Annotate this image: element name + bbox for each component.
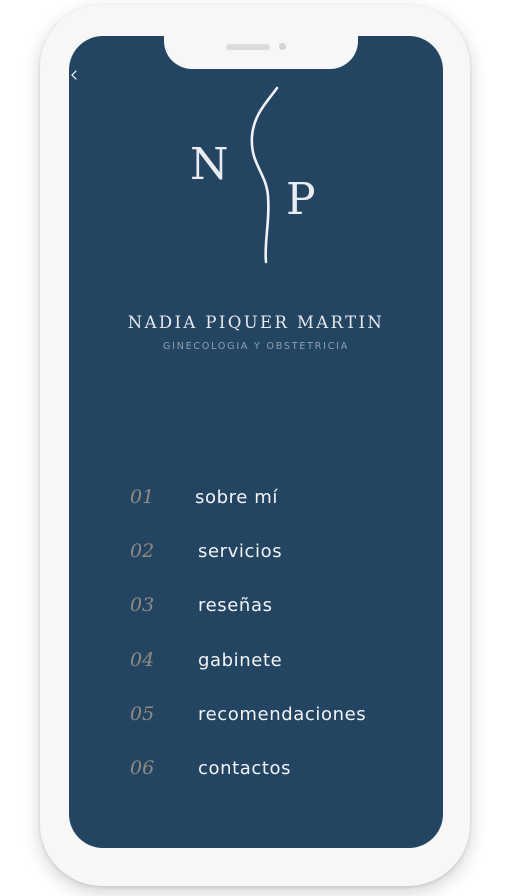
- menu-item-contactos[interactable]: 06 contactos: [130, 757, 330, 787]
- phone-speaker: [226, 44, 270, 50]
- menu-item-label: reseñas: [198, 595, 273, 616]
- phone-camera: [279, 43, 286, 50]
- brand-subtitle: GINECOLOGIA Y OBSTETRICIA: [162, 341, 350, 352]
- menu-item-number: 03: [130, 594, 155, 616]
- menu-item-label: gabinete: [198, 650, 283, 671]
- menu-item-number: 01: [130, 486, 155, 508]
- monogram-logo-icon: N P: [190, 86, 316, 264]
- menu-item-number: 05: [130, 703, 155, 725]
- mockup-stage: N P NADIA PIQUER MARTIN GINECOLOGIA Y OB…: [0, 0, 511, 896]
- menu-item-recomendaciones[interactable]: 05 recomendaciones: [130, 703, 400, 733]
- monogram-letter-p: P: [286, 174, 316, 225]
- menu-item-gabinete[interactable]: 04 gabinete: [130, 649, 330, 679]
- menu-item-resenas[interactable]: 03 reseñas: [130, 594, 330, 624]
- chevron-left-icon[interactable]: [70, 70, 80, 80]
- menu-item-number: 02: [130, 540, 155, 562]
- menu-item-sobre-mi[interactable]: 01 sobre mí: [130, 486, 330, 516]
- brand-name: NADIA PIQUER MARTIN: [127, 313, 385, 332]
- menu-item-number: 04: [130, 649, 155, 671]
- menu-item-label: servicios: [198, 541, 283, 562]
- menu-item-servicios[interactable]: 02 servicios: [130, 540, 330, 570]
- menu-item-label: sobre mí: [195, 487, 278, 508]
- menu-item-label: contactos: [198, 758, 292, 779]
- menu-item-label: recomendaciones: [198, 704, 367, 725]
- monogram-letter-n: N: [190, 139, 229, 190]
- menu-item-number: 06: [130, 757, 155, 779]
